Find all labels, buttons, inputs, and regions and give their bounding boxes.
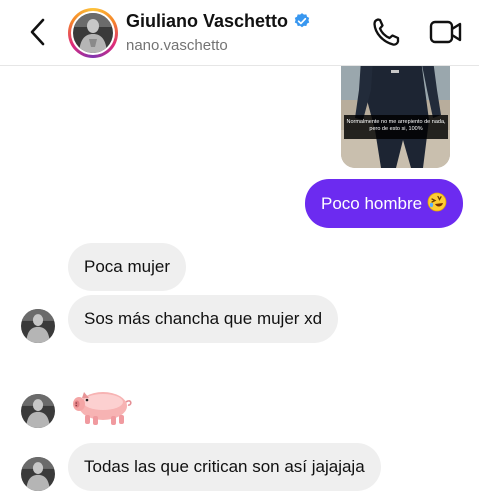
incoming-message-bubble[interactable]: Poca mujer: [68, 243, 186, 291]
photo-image: [341, 60, 450, 168]
contact-name-text: Giuliano Vaschetto: [126, 11, 289, 31]
avatar-photo: [21, 457, 55, 491]
message-text: Sos más chancha que mujer xd: [84, 309, 323, 328]
sender-avatar[interactable]: [21, 309, 55, 343]
back-button[interactable]: [26, 16, 50, 48]
verified-badge-icon: [294, 13, 310, 28]
avatar-photo: [21, 394, 55, 428]
contact-name[interactable]: Giuliano Vaschetto: [126, 11, 311, 32]
message-text: Poco hombre: [321, 194, 423, 213]
video-call-button[interactable]: [429, 17, 463, 47]
sender-avatar[interactable]: [21, 394, 55, 428]
contact-username: nano.vaschetto: [126, 37, 228, 54]
message-text: Todas las que critican son así jajajaja: [84, 457, 365, 476]
incoming-message-bubble[interactable]: Sos más chancha que mujer xd: [68, 295, 339, 343]
photo-caption: Normalmente no me arrepiento de nada, pe…: [344, 115, 448, 139]
chevron-left-icon: [30, 18, 45, 46]
chat-header: Giuliano Vaschetto nano.vaschetto: [0, 0, 479, 66]
video-camera-icon: [429, 20, 462, 44]
audio-call-button[interactable]: [371, 16, 401, 48]
contact-avatar[interactable]: [68, 8, 118, 58]
phone-icon: [373, 18, 400, 46]
shared-photo-message[interactable]: Normalmente no me arrepiento de nada, pe…: [341, 60, 450, 168]
pig-emoji-message[interactable]: [70, 384, 134, 426]
avatar-photo: [73, 13, 113, 53]
message-text: Poca mujer: [84, 257, 170, 276]
sender-avatar[interactable]: [21, 457, 55, 491]
avatar-photo: [21, 309, 55, 343]
rolling-on-floor-laughing-icon: [427, 192, 447, 212]
outgoing-message-bubble[interactable]: Poco hombre: [305, 179, 464, 228]
incoming-message-bubble[interactable]: Todas las que critican son así jajajaja: [68, 443, 381, 491]
